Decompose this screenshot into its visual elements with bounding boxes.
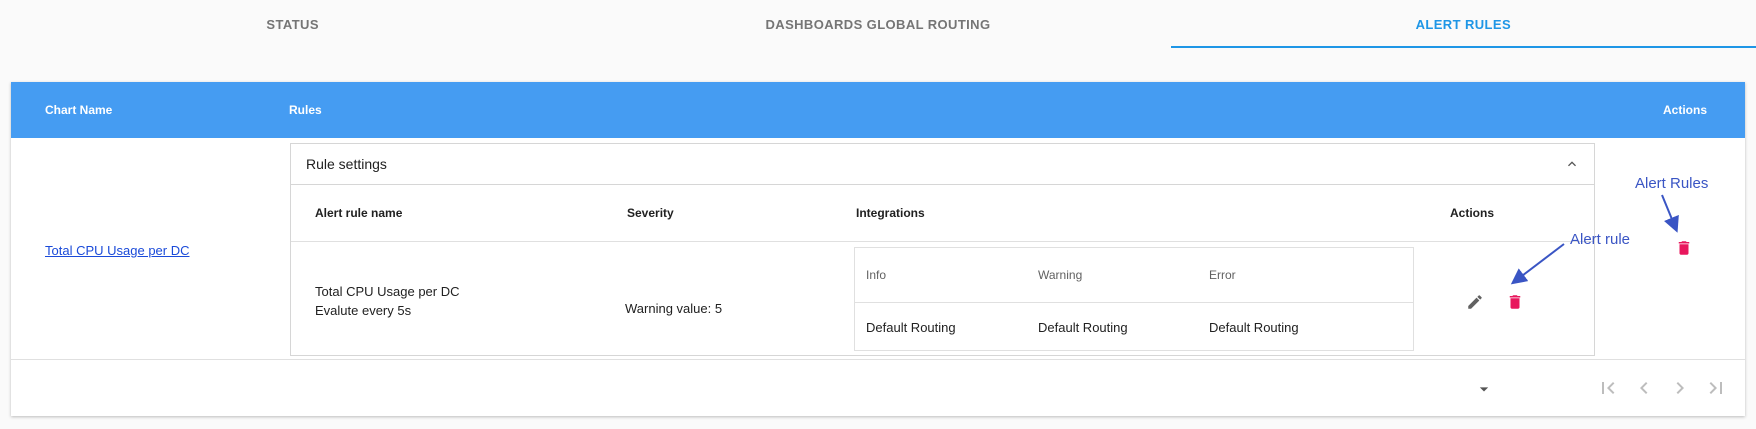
tab-bar: STATUS DASHBOARDS GLOBAL ROUTING ALERT R… (0, 0, 1756, 48)
integration-warning-value: Default Routing (1038, 320, 1128, 335)
rules-subtable-header: Alert rule name Severity Integrations Ac… (291, 185, 1594, 242)
table-header: Chart Name Rules Actions (11, 82, 1745, 138)
edit-icon (1468, 295, 1482, 309)
delete-alert-rules-button[interactable] (1672, 236, 1696, 260)
integration-header-error: Error (1209, 268, 1236, 282)
next-page-icon[interactable] (1668, 376, 1692, 400)
rule-settings-toggle[interactable]: Rule settings (291, 144, 1594, 185)
arrow-drop-down-icon[interactable] (1474, 379, 1494, 399)
last-page-icon[interactable] (1704, 376, 1728, 400)
first-page-icon[interactable] (1596, 376, 1620, 400)
integrations-values: Default Routing Default Routing Default … (855, 303, 1413, 352)
header-rules: Rules (289, 103, 322, 117)
header-integrations: Integrations (856, 206, 925, 220)
annotation-alert-rules: Alert Rules (1635, 175, 1709, 192)
delete-rule-button[interactable] (1503, 290, 1527, 314)
rule-settings-panel: Rule settings Alert rule name Severity I… (290, 143, 1595, 356)
header-alert-rule-name: Alert rule name (315, 206, 403, 220)
header-actions: Actions (1662, 103, 1707, 117)
integration-header-info: Info (866, 268, 887, 282)
severity-value: Warning value: 5 (625, 301, 723, 316)
integration-header-warning: Warning (1038, 268, 1083, 282)
integration-info-value: Default Routing (866, 320, 956, 335)
tab-status[interactable]: STATUS (0, 0, 585, 48)
annotation-alert-rule: Alert rule (1570, 231, 1631, 248)
delete-icon (1509, 295, 1521, 309)
edit-rule-button[interactable] (1463, 290, 1487, 314)
delete-icon (1678, 241, 1690, 255)
table-row: Total CPU Usage per DC Rule settings Ale… (11, 138, 1745, 360)
header-severity: Severity (627, 206, 674, 220)
tab-dashboards-global-routing[interactable]: DASHBOARDS GLOBAL ROUTING (585, 0, 1170, 48)
integrations-table: Info Warning Error Default Routing Defau… (854, 247, 1414, 351)
table-pagination (11, 361, 1745, 416)
header-rule-actions: Actions (1450, 206, 1495, 220)
integrations-header: Info Warning Error (855, 248, 1413, 303)
header-chart-name: Chart Name (45, 103, 113, 117)
alert-rules-table: Chart Name Rules Actions Total CPU Usage… (11, 82, 1745, 416)
tab-alert-rules[interactable]: ALERT RULES (1170, 0, 1756, 48)
alert-rule-title: Total CPU Usage per DC (315, 284, 460, 299)
integration-error-value: Default Routing (1209, 320, 1299, 335)
alert-rule-name: Total CPU Usage per DC Evalute every 5s (315, 282, 460, 320)
chart-name-link[interactable]: Total CPU Usage per DC (45, 243, 190, 258)
rule-settings-title: Rule settings (306, 156, 387, 172)
alert-rule-interval: Evalute every 5s (315, 303, 412, 318)
chevron-up-icon[interactable] (1564, 156, 1580, 172)
prev-page-icon[interactable] (1632, 376, 1656, 400)
